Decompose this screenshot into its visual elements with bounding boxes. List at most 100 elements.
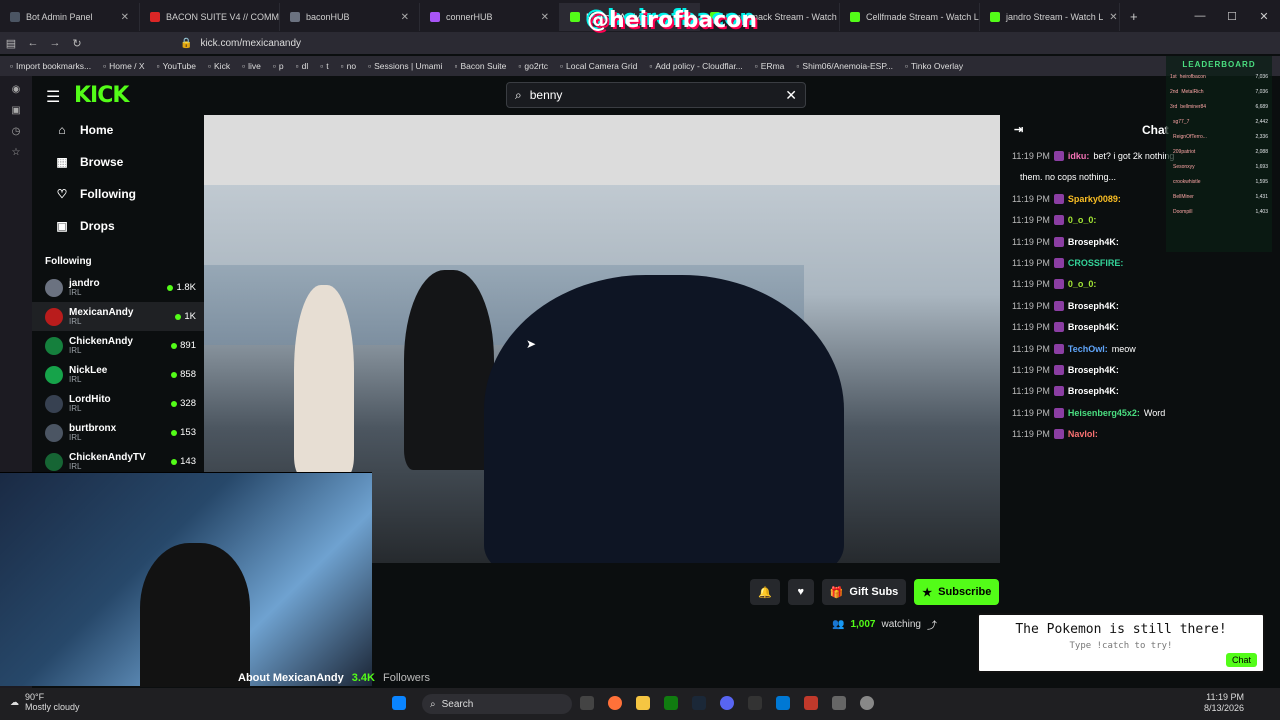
bookmark-item[interactable]: ▫ Sessions | Umami xyxy=(368,61,442,71)
browser-tab[interactable]: Cellfmade Stream - Watch L✕ xyxy=(840,3,980,31)
bookmark-item[interactable]: ▫ Import bookmarks... xyxy=(10,61,91,71)
share-icon[interactable]: ⤴ xyxy=(927,617,937,632)
following-item[interactable]: ChickenAndy IRL 891 xyxy=(32,331,204,360)
close-tab-icon[interactable]: ✕ xyxy=(121,12,129,23)
following-item[interactable]: LordHito IRL 328 xyxy=(32,389,204,418)
forward-button[interactable]: → xyxy=(44,37,66,49)
browser-tab[interactable]: connerHUB ✕ xyxy=(420,3,560,31)
bookmark-item[interactable]: ▫ Add policy - Cloudflar... xyxy=(649,61,742,71)
chat-username[interactable]: 0_o_0: xyxy=(1068,279,1097,289)
bookmark-item[interactable]: ▫ p xyxy=(273,61,284,71)
reload-button[interactable]: ↻ xyxy=(66,37,88,50)
settings-icon[interactable] xyxy=(860,696,874,710)
app-icon-2[interactable] xyxy=(832,696,846,710)
browser-nav-bar: ▤ ← → ↻ 🔒 kick.com/mexicanandy xyxy=(0,32,1280,54)
viewer-number: 153 xyxy=(180,427,196,438)
taskbar-search[interactable]: ⌕ Search xyxy=(422,694,572,714)
following-item[interactable]: NickLee IRL 858 xyxy=(32,360,204,389)
bookmarks-icon[interactable]: ☆ xyxy=(12,147,21,158)
bookmark-item[interactable]: ▫ Bacon Suite xyxy=(454,61,506,71)
chat-username[interactable]: Broseph4K: xyxy=(1068,301,1119,311)
chat-username[interactable]: Broseph4K: xyxy=(1068,322,1119,332)
bookmark-item[interactable]: ▫ no xyxy=(341,61,356,71)
browser-tab[interactable]: jandro Stream - Watch L ✕ xyxy=(980,3,1120,31)
notifications-button[interactable]: 🔔 xyxy=(750,579,780,605)
close-window-button[interactable]: ✕ xyxy=(1248,10,1280,23)
bookmark-item[interactable]: ▫ Local Camera Grid xyxy=(560,61,637,71)
bookmark-item[interactable]: ▫ t xyxy=(320,61,328,71)
leaderboard-value: 1,595 xyxy=(1255,178,1268,185)
kick-logo[interactable]: KICK xyxy=(74,83,129,108)
live-dot-icon xyxy=(171,458,178,465)
chat-username[interactable]: 0_o_0: xyxy=(1068,215,1097,225)
sub-badge-icon xyxy=(1053,236,1064,247)
following-item[interactable]: MexicanAndy IRL 1K xyxy=(32,302,204,331)
new-tab-button[interactable]: + xyxy=(1120,9,1148,24)
steam-icon[interactable] xyxy=(692,696,706,710)
chat-send-button[interactable]: Chat xyxy=(1225,653,1257,667)
tab-favicon-icon xyxy=(850,12,860,22)
browser-tab[interactable]: BACON SUITE V4 // COMMA✕ xyxy=(140,3,280,31)
xbox-icon[interactable] xyxy=(664,696,678,710)
chat-username[interactable]: Broseph4K: xyxy=(1068,386,1119,396)
collapse-chat-icon[interactable]: ⇥ xyxy=(1014,123,1023,136)
menu-icon[interactable]: ☰ xyxy=(46,87,60,107)
following-item[interactable]: jandro IRL 1.8K xyxy=(32,273,204,302)
chat-username[interactable]: Broseph4K: xyxy=(1068,365,1119,375)
chat-username[interactable]: CROSSFIRE: xyxy=(1068,258,1124,268)
nav-item-drops[interactable]: ▣ Drops xyxy=(32,210,204,242)
sidebar-toggle-icon[interactable]: ▤ xyxy=(0,37,22,50)
bookmark-item[interactable]: ▫ live xyxy=(242,61,261,71)
vscode-icon[interactable] xyxy=(776,696,790,710)
bookmark-item[interactable]: ▫ go2rtc xyxy=(518,61,548,71)
gift-subs-button[interactable]: 🎁 Gift Subs xyxy=(821,579,907,605)
bookmark-item[interactable]: ▫ dl xyxy=(296,61,309,71)
bookmark-item[interactable]: ▫ YouTube xyxy=(157,61,196,71)
close-tab-icon[interactable]: ✕ xyxy=(541,12,549,23)
chat-username[interactable]: Broseph4K: xyxy=(1068,237,1119,247)
chat-username[interactable]: Heisenberg45x2: xyxy=(1068,408,1140,418)
start-icon[interactable] xyxy=(392,696,406,710)
follow-button[interactable]: ♥ xyxy=(787,579,814,605)
bookmark-item[interactable]: ▫ Kick xyxy=(208,61,230,71)
close-tab-icon[interactable]: ✕ xyxy=(401,12,409,23)
subscribe-button[interactable]: ★ Subscribe xyxy=(914,579,1000,605)
terminal-icon[interactable] xyxy=(748,696,762,710)
search-input[interactable]: ⌕ benny ✕ xyxy=(506,82,806,108)
tabs-icon[interactable]: ▣ xyxy=(11,105,20,116)
task-view-icon[interactable] xyxy=(580,696,594,710)
browser-tab[interactable]: baconHUB ✕ xyxy=(280,3,420,31)
chat-username[interactable]: TechOwl: xyxy=(1068,344,1108,354)
viewer-number: 143 xyxy=(180,456,196,467)
bookmark-label: p xyxy=(278,61,284,71)
discord-icon[interactable] xyxy=(720,696,734,710)
clear-search-icon[interactable]: ✕ xyxy=(785,87,797,104)
minimize-button[interactable]: — xyxy=(1184,10,1216,22)
nav-item-home[interactable]: ⌂ Home xyxy=(32,114,204,146)
ai-chat-icon[interactable]: ◉ xyxy=(12,84,21,95)
browser-tab[interactable]: Bot Admin Panel ✕ xyxy=(0,3,140,31)
bookmark-item[interactable]: ▫ Shim06/Anemoia-ESP... xyxy=(796,61,893,71)
history-icon[interactable]: ◷ xyxy=(12,126,21,137)
maximize-button[interactable]: ☐ xyxy=(1216,10,1248,23)
following-item[interactable]: burtbronx IRL 153 xyxy=(32,418,204,447)
weather-widget[interactable]: ☁ 90°F Mostly cloudy xyxy=(10,692,80,713)
bookmark-label: Tinko Overlay xyxy=(911,61,964,71)
about-section: About MexicanAndy 3.4K Followers xyxy=(238,672,431,684)
bookmark-item[interactable]: ▫ Home / X xyxy=(103,61,144,71)
close-tab-icon[interactable]: ✕ xyxy=(1109,12,1117,23)
nav-item-browse[interactable]: ▦ Browse xyxy=(32,146,204,178)
chat-username[interactable]: Navlol: xyxy=(1068,429,1098,439)
chat-username[interactable]: idku: xyxy=(1068,151,1090,161)
system-clock[interactable]: 11:19 PM 8/13/2026 xyxy=(1204,692,1244,714)
file-explorer-icon[interactable] xyxy=(636,696,650,710)
back-button[interactable]: ← xyxy=(22,37,44,49)
nav-item-following[interactable]: ♡ Following xyxy=(32,178,204,210)
bookmark-item[interactable]: ▫ Tinko Overlay xyxy=(905,61,963,71)
firefox-icon[interactable] xyxy=(608,696,622,710)
bookmark-item[interactable]: ▫ ERma xyxy=(755,61,785,71)
chat-username[interactable]: Sparky0089: xyxy=(1068,194,1121,204)
person-middle xyxy=(404,270,494,470)
app-icon[interactable] xyxy=(804,696,818,710)
address-bar[interactable]: 🔒 kick.com/mexicanandy xyxy=(180,34,1030,52)
